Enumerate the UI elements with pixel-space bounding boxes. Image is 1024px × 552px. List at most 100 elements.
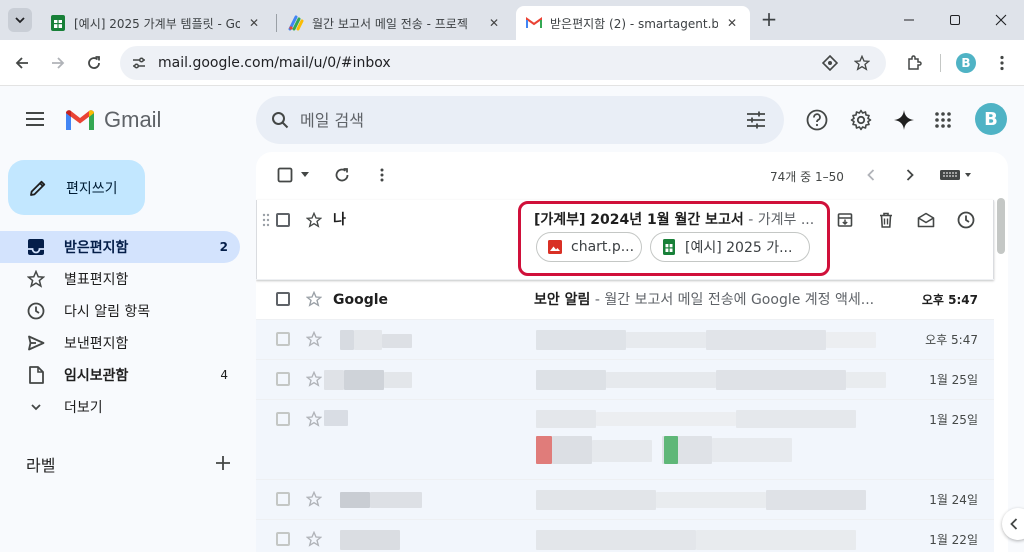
attachment-chip[interactable]: chart.p... — [536, 232, 642, 262]
input-tools-button[interactable] — [936, 164, 976, 186]
row-checkbox[interactable] — [276, 492, 290, 506]
more-vert-icon[interactable] — [371, 164, 393, 186]
tab-gmail-inbox[interactable]: 받은편지함 (2) - smartagent.b ✕ — [516, 6, 750, 40]
gmail-icon — [66, 110, 94, 130]
email-snippet: - 가계부 ... — [743, 212, 815, 228]
newer-page-button[interactable] — [860, 164, 882, 186]
sidebar-item-inbox[interactable]: 받은편지함 2 — [0, 231, 240, 263]
support-button[interactable] — [804, 107, 830, 133]
redacted-sender — [340, 530, 400, 550]
forward-button[interactable] — [46, 51, 70, 75]
redacted-subject — [846, 372, 886, 388]
mark-read-button[interactable] — [915, 209, 937, 231]
sidebar-item-label: 별표편지함 — [64, 272, 129, 288]
tab-budget-sheet[interactable]: [예시] 2025 가계부 템플릿 - Go ✕ — [40, 6, 272, 40]
account-avatar[interactable]: B — [975, 103, 1007, 135]
select-all-checkbox[interactable] — [274, 164, 296, 186]
sidebar-item-more[interactable]: 더보기 — [0, 391, 240, 423]
extensions-button[interactable] — [902, 51, 926, 75]
star-icon[interactable] — [304, 329, 324, 349]
row-checkbox[interactable] — [276, 532, 290, 546]
mail-search-bar[interactable] — [256, 96, 784, 144]
close-icon[interactable]: ✕ — [724, 15, 740, 31]
table-row[interactable]: 오후 5:47 — [256, 320, 994, 360]
refresh-button[interactable] — [331, 164, 353, 186]
delete-button[interactable] — [875, 209, 897, 231]
redacted-subject — [826, 332, 876, 348]
table-row[interactable]: 나 [가계부] 2024년 1월 월간 보고서 - 가계부 ... chart.… — [256, 200, 994, 280]
tab-search-button[interactable] — [8, 8, 32, 32]
minimize-button[interactable] — [886, 0, 932, 40]
mail-list-scrollbar[interactable] — [997, 198, 1005, 254]
search-icon[interactable] — [268, 108, 292, 132]
search-input[interactable] — [300, 96, 720, 144]
tab-separator — [276, 14, 277, 32]
caret-down-icon[interactable] — [294, 164, 316, 186]
main-menu-button[interactable] — [22, 106, 48, 132]
chrome-menu-button[interactable] — [990, 51, 1014, 75]
reload-button[interactable] — [82, 51, 106, 75]
mail-open-icon — [917, 212, 935, 228]
sidebar-item-drafts[interactable]: 임시보관함 4 — [0, 359, 240, 391]
more-vert-icon — [1000, 55, 1004, 71]
compose-button[interactable]: 편지쓰기 — [8, 160, 145, 215]
row-checkbox[interactable] — [276, 372, 290, 386]
table-row[interactable]: Google 보안 알림 - 월간 보고서 메일 전송에 Google 계정 액… — [256, 280, 994, 320]
table-row[interactable]: 1월 25일 — [256, 360, 994, 400]
star-icon[interactable] — [304, 369, 324, 389]
google-apps-button[interactable] — [930, 107, 956, 133]
chevron-down-icon — [15, 17, 25, 24]
redacted-sender — [344, 370, 384, 390]
table-row[interactable]: 1월 22일 — [256, 520, 994, 552]
arrow-right-icon — [52, 57, 65, 69]
sidebar-item-starred[interactable]: 별표편지함 — [0, 263, 240, 295]
reload-icon — [88, 56, 100, 69]
tab-apps-script[interactable]: 월간 보고서 메일 전송 - 프로젝 ✕ — [278, 6, 512, 40]
sheets-icon — [50, 15, 66, 31]
drag-handle-icon[interactable] — [262, 213, 270, 227]
close-icon[interactable]: ✕ — [246, 15, 262, 31]
browser-tab-strip: [예시] 2025 가계부 템플릿 - Go ✕ 월간 보고서 메일 전송 - … — [0, 0, 1024, 40]
row-checkbox[interactable] — [276, 332, 290, 346]
star-icon[interactable] — [304, 529, 324, 549]
redacted-attachment — [552, 436, 592, 464]
snooze-button[interactable] — [955, 209, 977, 231]
url-text: mail.google.com/mail/u/0/#inbox — [158, 55, 391, 71]
create-label-button[interactable] — [212, 452, 234, 474]
table-row[interactable]: 1월 24일 — [256, 480, 994, 520]
row-checkbox[interactable] — [276, 292, 290, 306]
arrow-left-icon — [15, 57, 28, 69]
bookmark-star-icon[interactable] — [852, 53, 872, 73]
sidebar-item-snoozed[interactable]: 다시 알림 항목 — [0, 295, 240, 327]
settings-button[interactable] — [848, 107, 874, 133]
redacted-sender — [324, 410, 348, 426]
gmail-logo[interactable]: Gmail — [64, 106, 161, 134]
close-icon[interactable]: ✕ — [486, 15, 502, 31]
chrome-profile-avatar[interactable]: B — [956, 53, 976, 73]
row-checkbox[interactable] — [276, 213, 290, 227]
close-window-button[interactable] — [978, 0, 1024, 40]
gemini-button[interactable] — [891, 107, 917, 133]
archive-button[interactable] — [834, 209, 856, 231]
star-icon[interactable] — [304, 210, 324, 230]
star-icon[interactable] — [304, 409, 324, 429]
email-sender: Google — [333, 292, 389, 308]
table-row[interactable]: 1월 25일 — [256, 400, 994, 480]
install-app-icon[interactable] — [820, 53, 840, 73]
older-page-button[interactable] — [899, 164, 921, 186]
back-button[interactable] — [10, 51, 34, 75]
archive-icon — [837, 213, 853, 227]
sidebar-item-sent[interactable]: 보낸편지함 — [0, 327, 240, 359]
star-icon[interactable] — [304, 289, 324, 309]
new-tab-button[interactable]: + — [758, 9, 780, 31]
sheets-icon — [661, 239, 677, 255]
address-bar[interactable]: mail.google.com/mail/u/0/#inbox — [120, 46, 886, 80]
row-checkbox[interactable] — [276, 412, 290, 426]
trash-icon — [880, 212, 892, 228]
search-options-icon[interactable] — [744, 108, 768, 132]
star-icon[interactable] — [304, 489, 324, 509]
site-info-icon[interactable] — [128, 52, 150, 74]
maximize-button[interactable] — [932, 0, 978, 40]
attachment-chip[interactable]: [예시] 2025 가... — [650, 232, 810, 262]
chevron-left-icon — [1010, 518, 1018, 530]
